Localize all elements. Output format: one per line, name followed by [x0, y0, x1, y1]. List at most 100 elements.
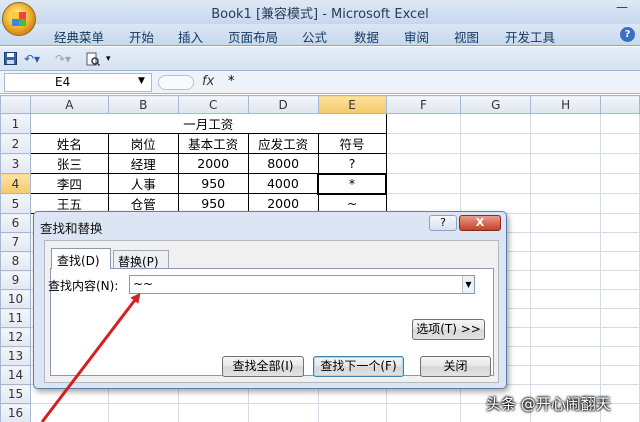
- dialog-help-button[interactable]: ?: [429, 215, 457, 231]
- watermark: 头条 @开心闹翻天: [486, 395, 611, 413]
- formula-input[interactable]: *: [228, 73, 235, 92]
- data-cell[interactable]: 2000: [177, 153, 249, 174]
- formula-expander[interactable]: [158, 75, 194, 90]
- ribbon-tab-developer[interactable]: 开发工具: [505, 27, 555, 46]
- data-cell[interactable]: 8000: [247, 153, 319, 174]
- title-cell[interactable]: 一月工资: [29, 113, 387, 134]
- header-cell[interactable]: 符号: [317, 133, 387, 154]
- row-header[interactable]: 2: [0, 133, 31, 154]
- close-button[interactable]: 关闭: [420, 356, 491, 377]
- cell[interactable]: [530, 133, 602, 154]
- ribbon-tab-bar: 经典菜单 开始 插入 页面布局 公式 数据 审阅 视图 开发工具 ?: [0, 24, 640, 46]
- ribbon-tab-view[interactable]: 视图: [454, 27, 479, 46]
- name-box-dropdown-icon[interactable]: ▼: [138, 73, 145, 90]
- find-what-label: 查找内容(N):: [48, 279, 119, 293]
- cell[interactable]: [385, 153, 462, 174]
- tab-replace[interactable]: 替换(P): [113, 250, 169, 269]
- header-cell[interactable]: 岗位: [107, 133, 179, 154]
- cell[interactable]: [385, 113, 462, 134]
- redo-icon[interactable]: ↷▾: [55, 52, 71, 66]
- select-all-corner[interactable]: [0, 95, 31, 114]
- row-header[interactable]: 8: [0, 251, 31, 271]
- data-cell[interactable]: 950: [177, 173, 249, 194]
- floppy-icon[interactable]: [4, 52, 17, 68]
- header-cell[interactable]: 基本工资: [177, 133, 249, 154]
- cell[interactable]: [600, 193, 640, 214]
- cell[interactable]: [600, 113, 640, 134]
- row-header[interactable]: 12: [0, 327, 31, 347]
- row-header[interactable]: 7: [0, 232, 31, 252]
- row-header[interactable]: 9: [0, 270, 31, 290]
- data-cell[interactable]: ?: [317, 153, 387, 174]
- cell[interactable]: [460, 113, 532, 134]
- data-cell[interactable]: 张三: [29, 153, 109, 174]
- print-preview-icon[interactable]: [86, 52, 101, 69]
- row-header-selected[interactable]: 4: [0, 173, 31, 194]
- row-header[interactable]: 11: [0, 308, 31, 328]
- cell[interactable]: [530, 153, 602, 174]
- options-button[interactable]: 选项(T) >>: [412, 319, 485, 340]
- insert-function-icon[interactable]: fx: [202, 74, 214, 89]
- row-header[interactable]: 6: [0, 213, 31, 233]
- row-header[interactable]: 13: [0, 346, 31, 366]
- find-all-button[interactable]: 查找全部(I): [222, 356, 304, 377]
- undo-icon[interactable]: ↶▾: [24, 52, 40, 66]
- column-header[interactable]: [600, 95, 640, 114]
- cell[interactable]: [385, 173, 462, 194]
- cell[interactable]: [460, 133, 532, 154]
- ribbon-tab-classic-menu[interactable]: 经典菜单: [54, 27, 104, 46]
- chevron-down-icon[interactable]: ▼: [462, 276, 474, 293]
- window-title: Book1 [兼容模式] - Microsoft Excel: [211, 7, 429, 22]
- header-cell[interactable]: 应发工资: [247, 133, 319, 154]
- row-header[interactable]: 3: [0, 153, 31, 174]
- help-icon[interactable]: ?: [620, 27, 635, 42]
- active-cell[interactable]: *: [317, 172, 387, 195]
- row-header[interactable]: 15: [0, 384, 31, 404]
- row-header[interactable]: 14: [0, 365, 31, 385]
- column-header[interactable]: H: [530, 95, 602, 114]
- cell[interactable]: [530, 113, 602, 134]
- data-cell[interactable]: 4000: [247, 173, 319, 194]
- ribbon-tab-review[interactable]: 审阅: [404, 27, 429, 46]
- row-header[interactable]: 16: [0, 403, 31, 422]
- office-button[interactable]: [2, 2, 36, 36]
- name-box[interactable]: E4: [4, 73, 152, 92]
- customize-qat-icon[interactable]: ▾: [106, 54, 111, 64]
- find-what-input[interactable]: ~~: [129, 275, 475, 294]
- column-header[interactable]: F: [385, 95, 462, 114]
- quick-access-toolbar: ↶▾ ↷▾ ▾: [0, 47, 640, 71]
- row-header[interactable]: 1: [0, 113, 31, 134]
- column-header[interactable]: D: [247, 95, 319, 114]
- tab-find[interactable]: 查找(D): [51, 248, 111, 269]
- column-header[interactable]: A: [29, 95, 109, 114]
- column-header[interactable]: G: [460, 95, 532, 114]
- ribbon-tab-page-layout[interactable]: 页面布局: [228, 27, 278, 46]
- minimize-button[interactable]: —: [604, 0, 640, 18]
- ribbon-tab-insert[interactable]: 插入: [178, 27, 203, 46]
- row-header[interactable]: 5: [0, 193, 31, 214]
- header-cell[interactable]: 姓名: [29, 133, 109, 154]
- cell[interactable]: [460, 153, 532, 174]
- data-cell[interactable]: 李四: [29, 173, 109, 194]
- find-next-button[interactable]: 查找下一个(F): [313, 356, 404, 377]
- cell[interactable]: [600, 133, 640, 154]
- cell[interactable]: [460, 173, 532, 194]
- column-header[interactable]: C: [177, 95, 249, 114]
- cell[interactable]: [385, 133, 462, 154]
- column-header-selected[interactable]: E: [317, 95, 387, 114]
- cell[interactable]: [530, 173, 602, 194]
- column-header[interactable]: B: [107, 95, 179, 114]
- dialog-close-button[interactable]: X: [459, 215, 501, 231]
- ribbon-tab-home[interactable]: 开始: [129, 27, 154, 46]
- row-header[interactable]: 10: [0, 289, 31, 309]
- ribbon-tab-data[interactable]: 数据: [354, 27, 379, 46]
- office-logo-icon: [12, 12, 26, 26]
- dialog-title: 查找和替换: [40, 221, 103, 236]
- cell[interactable]: [530, 193, 602, 214]
- ribbon-tab-formulas[interactable]: 公式: [302, 27, 327, 46]
- cell[interactable]: [600, 153, 640, 174]
- data-cell[interactable]: 人事: [107, 173, 179, 194]
- formula-bar: E4 ▼ fx *: [0, 71, 640, 94]
- data-cell[interactable]: 经理: [107, 153, 179, 174]
- cell[interactable]: [600, 173, 640, 194]
